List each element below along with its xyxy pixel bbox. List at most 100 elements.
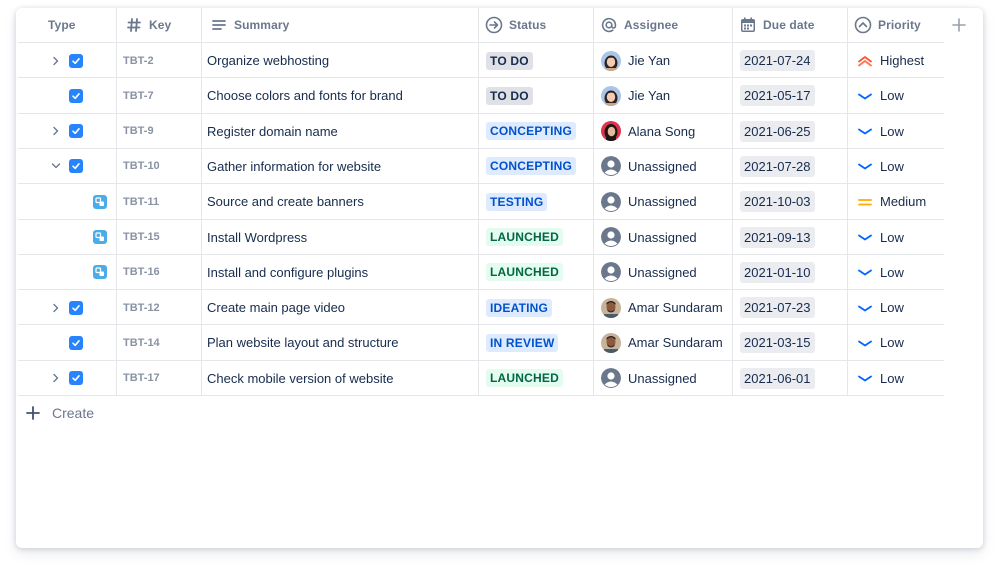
issue-key[interactable]: TBT-17 bbox=[117, 372, 160, 384]
due-date-cell[interactable]: 2021-03-15 bbox=[733, 325, 847, 360]
chevron-right-icon[interactable] bbox=[51, 126, 61, 136]
type-cell[interactable] bbox=[18, 255, 116, 290]
key-cell[interactable]: TBT-7 bbox=[117, 78, 201, 113]
summary-cell[interactable]: Plan website layout and structure bbox=[202, 325, 478, 360]
due-date-cell[interactable]: 2021-07-24 bbox=[733, 43, 847, 78]
issue-summary[interactable]: Install Wordpress bbox=[202, 230, 307, 245]
type-cell[interactable] bbox=[18, 220, 116, 255]
assignee-cell[interactable]: Unassigned bbox=[594, 220, 732, 255]
status-cell[interactable]: TO DO bbox=[479, 78, 593, 113]
status-lozenge[interactable]: IDEATING bbox=[486, 298, 553, 317]
table-row[interactable]: TBT-9 Register domain name CONCEPTING Alana… bbox=[18, 112, 944, 149]
issue-key[interactable]: TBT-15 bbox=[117, 231, 160, 243]
issue-key[interactable]: TBT-12 bbox=[117, 302, 160, 314]
status-lozenge[interactable]: CONCEPTING bbox=[486, 122, 577, 141]
issue-summary[interactable]: Gather information for website bbox=[202, 159, 381, 174]
priority-cell[interactable]: Low bbox=[848, 361, 944, 396]
assignee-cell[interactable]: Alana Song bbox=[594, 114, 732, 149]
assignee-cell[interactable]: Amar Sundaram bbox=[594, 325, 732, 360]
status-lozenge[interactable]: CONCEPTING bbox=[486, 157, 577, 176]
table-row[interactable]: TBT-12 Create main page video IDEATING Amar… bbox=[18, 289, 944, 326]
type-cell[interactable] bbox=[18, 361, 116, 396]
summary-cell[interactable]: Source and create banners bbox=[202, 184, 478, 219]
column-header-key[interactable]: Key bbox=[117, 8, 201, 42]
due-date[interactable]: 2021-07-28 bbox=[740, 155, 815, 177]
status-cell[interactable]: IDEATING bbox=[479, 290, 593, 325]
chevron-right-icon[interactable] bbox=[51, 303, 61, 313]
issue-summary[interactable]: Choose colors and fonts for brand bbox=[202, 88, 403, 103]
table-row[interactable]: TBT-14 Plan website layout and structure I… bbox=[18, 324, 944, 361]
issue-summary[interactable]: Plan website layout and structure bbox=[202, 335, 399, 350]
issue-summary[interactable]: Organize webhosting bbox=[202, 53, 329, 68]
issue-summary[interactable]: Install and configure plugins bbox=[202, 265, 368, 280]
priority-cell[interactable]: Medium bbox=[848, 184, 944, 219]
issue-summary[interactable]: Create main page video bbox=[202, 300, 345, 315]
due-date[interactable]: 2021-07-24 bbox=[740, 50, 815, 71]
assignee-cell[interactable]: Unassigned bbox=[594, 361, 732, 396]
summary-cell[interactable]: Check mobile version of website bbox=[202, 361, 478, 396]
priority-cell[interactable]: Low bbox=[848, 149, 944, 184]
issue-summary[interactable]: Register domain name bbox=[202, 124, 338, 139]
assignee-cell[interactable]: Unassigned bbox=[594, 149, 732, 184]
priority-cell[interactable]: Low bbox=[848, 255, 944, 290]
key-cell[interactable]: TBT-10 bbox=[117, 149, 201, 184]
create-button[interactable]: Create bbox=[26, 402, 94, 424]
summary-cell[interactable]: Choose colors and fonts for brand bbox=[202, 78, 478, 113]
table-row[interactable]: TBT-7 Choose colors and fonts for brand TO… bbox=[18, 77, 944, 114]
summary-cell[interactable]: Create main page video bbox=[202, 290, 478, 325]
status-lozenge[interactable]: IN REVIEW bbox=[486, 333, 559, 352]
summary-cell[interactable]: Install and configure plugins bbox=[202, 255, 478, 290]
due-date[interactable]: 2021-06-01 bbox=[740, 367, 815, 389]
key-cell[interactable]: TBT-11 bbox=[117, 184, 201, 219]
table-row[interactable]: TBT-16 Install and configure plugins LAUNC… bbox=[18, 253, 944, 290]
type-cell[interactable] bbox=[18, 43, 116, 78]
due-date-cell[interactable]: 2021-06-01 bbox=[733, 361, 847, 396]
status-cell[interactable]: IN REVIEW bbox=[479, 325, 593, 360]
type-cell[interactable] bbox=[18, 290, 116, 325]
status-cell[interactable]: TESTING bbox=[479, 184, 593, 219]
issue-key[interactable]: TBT-7 bbox=[117, 90, 154, 102]
chevron-right-icon[interactable] bbox=[51, 56, 61, 66]
due-date[interactable]: 2021-03-15 bbox=[740, 332, 815, 354]
assignee-cell[interactable]: Unassigned bbox=[594, 255, 732, 290]
priority-cell[interactable]: Highest bbox=[848, 43, 944, 78]
issue-key[interactable]: TBT-10 bbox=[117, 160, 160, 172]
status-lozenge[interactable]: LAUNCHED bbox=[486, 369, 563, 388]
type-cell[interactable] bbox=[18, 184, 116, 219]
status-lozenge[interactable]: TO DO bbox=[486, 51, 533, 70]
table-row[interactable]: TBT-2 Organize webhosting TO DO Jie Yan 2021… bbox=[18, 42, 944, 78]
issue-key[interactable]: TBT-16 bbox=[117, 266, 160, 278]
due-date-cell[interactable]: 2021-06-25 bbox=[733, 114, 847, 149]
due-date-cell[interactable]: 2021-07-23 bbox=[733, 290, 847, 325]
assignee-cell[interactable]: Jie Yan bbox=[594, 78, 732, 113]
status-cell[interactable]: CONCEPTING bbox=[479, 149, 593, 184]
priority-cell[interactable]: Low bbox=[848, 78, 944, 113]
column-header-type[interactable]: Type bbox=[18, 8, 116, 42]
status-cell[interactable]: CONCEPTING bbox=[479, 114, 593, 149]
column-header-status[interactable]: Status bbox=[479, 8, 593, 42]
type-cell[interactable] bbox=[18, 149, 116, 184]
summary-cell[interactable]: Organize webhosting bbox=[202, 43, 478, 78]
table-row[interactable]: TBT-11 Source and create banners TESTING Un… bbox=[18, 183, 944, 220]
status-lozenge[interactable]: TESTING bbox=[486, 192, 548, 211]
summary-cell[interactable]: Install Wordpress bbox=[202, 220, 478, 255]
type-cell[interactable] bbox=[18, 325, 116, 360]
due-date[interactable]: 2021-10-03 bbox=[740, 191, 815, 213]
key-cell[interactable]: TBT-9 bbox=[117, 114, 201, 149]
status-lozenge[interactable]: LAUNCHED bbox=[486, 263, 563, 282]
summary-cell[interactable]: Gather information for website bbox=[202, 149, 478, 184]
issue-key[interactable]: TBT-9 bbox=[117, 125, 154, 137]
add-column-button[interactable] bbox=[950, 16, 968, 34]
priority-cell[interactable]: Low bbox=[848, 325, 944, 360]
summary-cell[interactable]: Register domain name bbox=[202, 114, 478, 149]
priority-cell[interactable]: Low bbox=[848, 290, 944, 325]
key-cell[interactable]: TBT-14 bbox=[117, 325, 201, 360]
column-header-assignee[interactable]: Assignee bbox=[594, 8, 732, 42]
due-date-cell[interactable]: 2021-07-28 bbox=[733, 149, 847, 184]
key-cell[interactable]: TBT-16 bbox=[117, 255, 201, 290]
type-cell[interactable] bbox=[18, 78, 116, 113]
due-date[interactable]: 2021-07-23 bbox=[740, 297, 815, 319]
due-date[interactable]: 2021-01-10 bbox=[740, 261, 815, 283]
assignee-cell[interactable]: Unassigned bbox=[594, 184, 732, 219]
priority-cell[interactable]: Low bbox=[848, 114, 944, 149]
